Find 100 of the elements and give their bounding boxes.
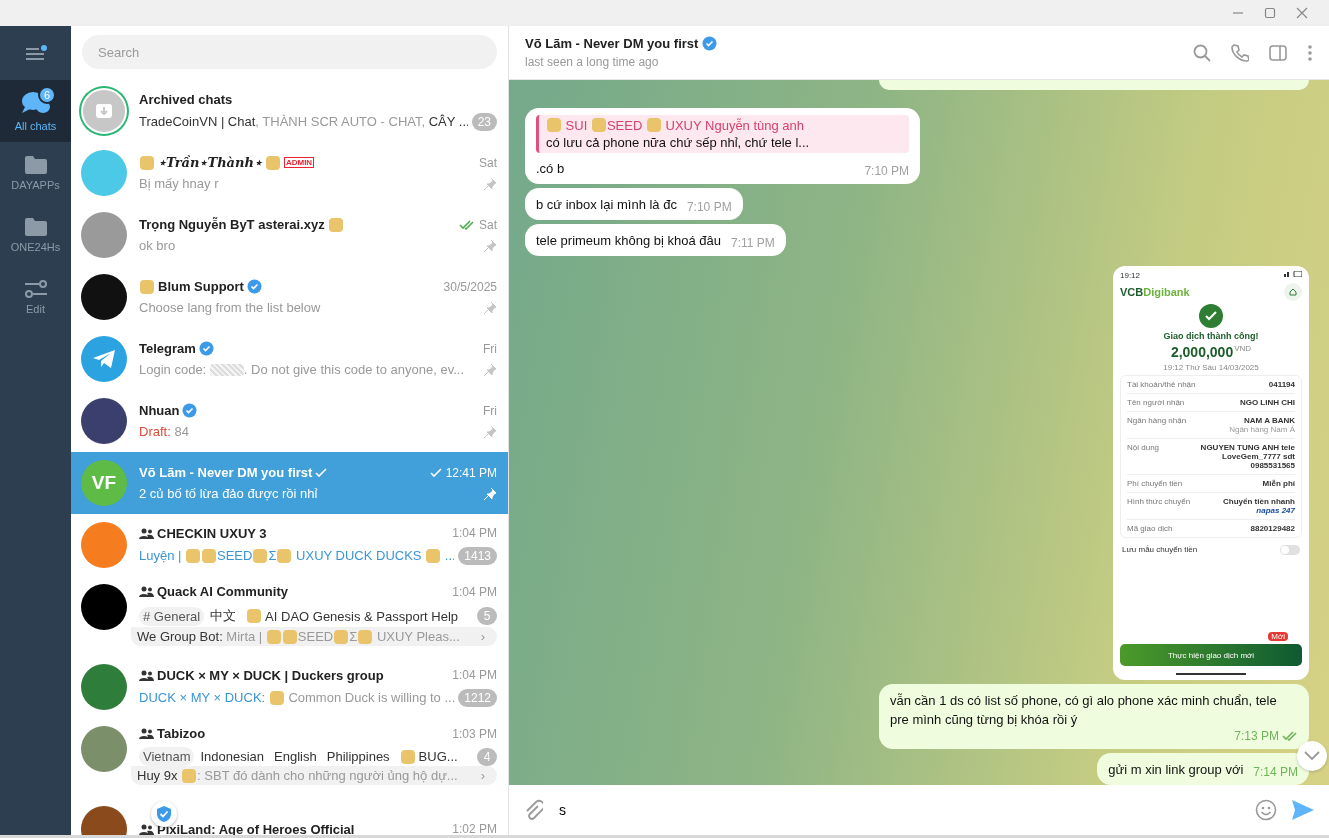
chat-list-item[interactable]: CHECKIN UXUY 3 1:04 PM Luyện | SEED Σ UXUY DUCK DUCKS ... 1413: [71, 514, 508, 576]
message-preview: Mirta |: [226, 629, 264, 644]
message-text: gửi m xin link group với: [1108, 761, 1244, 779]
folder-icon: [23, 155, 48, 175]
chevron-icon: ›: [480, 768, 491, 783]
result-title: Giao dịch thành công!: [1162, 330, 1260, 341]
save-template-label: Lưu mẫu chuyển tiền: [1122, 545, 1198, 555]
folder-tab[interactable]: DAYAPPs: [0, 142, 71, 204]
sidebar-icon[interactable]: [1269, 43, 1287, 62]
avatar: VF: [81, 460, 127, 506]
chat-name: Võ Lãm - Never DM you first: [139, 465, 313, 480]
reply-quote[interactable]: SUI SEED UXUY Nguyễn tùng anh có lưu cả phone nữa chứ sếp nhỉ, chứ tele l...: [536, 114, 910, 153]
topic-tab[interactable]: BUG...: [395, 747, 462, 766]
message-preview: , THÀNH SCR AUTO - CHAT,: [255, 114, 427, 129]
sender-name: Luyện |: [139, 548, 183, 563]
emoji-icon: [186, 548, 201, 563]
folder-tab[interactable]: ONE24Hs: [0, 204, 71, 266]
amount: 2,000,000: [1170, 343, 1234, 360]
message-preview: ok bro: [139, 238, 176, 253]
detail-value: Miễn phí: [1262, 478, 1295, 488]
emoji-icon: [140, 155, 154, 170]
reply-text: có lưu cả phone nữa chứ sếp nhỉ, chứ tele l...: [546, 134, 811, 150]
sender-name: CÂY ...: [428, 114, 468, 129]
message-preview: Bị mấy hnay r: [139, 176, 219, 191]
chat-list-item[interactable]: ⋆Trần⋆Thành⋆ ADMIN Sat Bị mấy hnay r: [71, 142, 508, 204]
detail-label: Tên người nhận: [1127, 397, 1185, 407]
chat-time: 30/5/2025: [443, 279, 497, 294]
chat-list-item[interactable]: Nhuan Fri Draft: 84: [71, 390, 508, 452]
emoji-icon: [334, 629, 349, 644]
send-icon[interactable]: [1291, 799, 1315, 821]
emoji-icon: [646, 118, 661, 133]
chat-time: 1:04 PM: [452, 668, 497, 682]
message-time: 7:14 PM: [1253, 765, 1298, 779]
new-badge: Mới: [1268, 632, 1288, 641]
chat-list-item[interactable]: Tabizoo 1:03 PM Vietnam Indonesian English Philippines BUG... 4 Huy 9x : SBT đó dành cho những người ủng hộ dự... ›: [71, 718, 508, 798]
home-icon: [1289, 287, 1297, 296]
detail-value: 8820129482: [1250, 523, 1295, 533]
archive-icon: [95, 103, 113, 119]
chat-list-item[interactable]: DUCK × MY × DUCK | Duckers group 1:04 PM DUCK × MY × DUCK: Common Duck is willing to ... 1212: [71, 656, 508, 718]
emoji-icon: [358, 629, 373, 644]
toggle-switch[interactable]: [1280, 544, 1300, 555]
draft-label: Draft:: [139, 424, 171, 439]
phone-icon[interactable]: [1231, 43, 1249, 62]
topic-label: Indonesian: [200, 749, 265, 764]
unread-badge: 6: [38, 86, 56, 104]
chat-name: Telegram: [139, 341, 196, 356]
sender-name: UXUY DUCK DUCKS: [295, 548, 423, 563]
detail-label: Nội dung: [1127, 442, 1160, 454]
reply-sender: SUI: [564, 117, 589, 133]
message-preview: 84: [173, 424, 189, 439]
folder-tab[interactable]: All chats 6: [0, 80, 71, 142]
new-transaction-button[interactable]: Thực hiện giao dịch mới: [1120, 644, 1302, 666]
blurred-code: [209, 363, 244, 376]
topic-tab[interactable]: Philippines: [322, 747, 394, 766]
chat-list-item[interactable]: Telegram Fri Login code: . Do not give this code to anyone, ev...: [71, 328, 508, 390]
message-preview: : SBT đó dành cho những người ủng hộ dự...: [197, 768, 458, 783]
topic-tab[interactable]: Vietnam: [139, 747, 195, 766]
chat-list-item[interactable]: Blum Support 30/5/2025 Choose lang from the list below: [71, 266, 508, 328]
unread-badge: 4: [477, 747, 497, 766]
topic-label: BUG...: [418, 749, 458, 764]
chat-title: Võ Lãm - Never DM you first: [525, 36, 699, 51]
detail-label: Tài khoản/thẻ nhận: [1127, 379, 1196, 389]
bank-app-screenshot[interactable]: [1113, 265, 1309, 680]
folder-icon: [23, 217, 48, 237]
emoji-icon: [140, 279, 154, 294]
search-field[interactable]: Search: [82, 35, 497, 69]
unread-badge: 1413: [458, 546, 497, 565]
topic-tab[interactable]: Indonesian: [196, 747, 269, 766]
emoji-icon: [591, 118, 606, 133]
topic-tab[interactable]: English: [270, 747, 321, 766]
topic-tab[interactable]: AI DAO Genesis & Passport Help: [242, 606, 462, 626]
close-icon[interactable]: [1296, 7, 1308, 19]
maximize-icon[interactable]: [1264, 7, 1276, 19]
more-icon[interactable]: [1307, 43, 1313, 62]
emoji-icon: [202, 548, 217, 563]
sender-name: Σ: [268, 548, 277, 563]
status-time: 19:12: [1120, 270, 1141, 280]
emoji-icon[interactable]: [1255, 799, 1277, 821]
emoji-icon: [328, 217, 343, 232]
chat-time: 1:03 PM: [452, 726, 497, 741]
emoji-icon: [277, 548, 292, 563]
chat-time: Fri: [483, 341, 497, 356]
chat-name: Archived chats: [139, 91, 233, 107]
emoji-icon: [253, 548, 268, 563]
chat-list-item[interactable]: Quack AI Community 1:04 PM # General 中文 AI DAO Genesis & Passport Help 5 We Group Bot: Mirta | SEED Σ UXUY Pleas... ›: [71, 576, 508, 656]
message-preview: . Do not give this code to anyone, ev...: [243, 362, 464, 377]
scroll-down-button[interactable]: [1297, 741, 1327, 771]
emoji-icon: [282, 629, 297, 644]
emoji-icon: [266, 629, 281, 644]
topic-label: English: [274, 749, 317, 764]
topic-label: Philippines: [326, 749, 390, 764]
detail-note: napas 247: [1256, 505, 1295, 515]
chat-list-item[interactable]: Archived chats TradeCoinVN | Chat, THÀNH SCR AUTO - CHAT, CÂY ... 23: [71, 80, 508, 142]
home-button[interactable]: [1284, 282, 1302, 301]
message-preview: SEED: [297, 629, 334, 644]
message-preview: Choose lang from the list below: [139, 300, 321, 315]
chat-list-item[interactable]: Trọng Nguyễn ByT asterai.xyz Sat ok bro: [71, 204, 508, 266]
folder-tab[interactable]: Edit: [0, 266, 71, 328]
search-icon[interactable]: [1193, 43, 1211, 62]
transaction-date: 19:12 Thứ Sáu 14/03/2025: [1162, 362, 1260, 372]
